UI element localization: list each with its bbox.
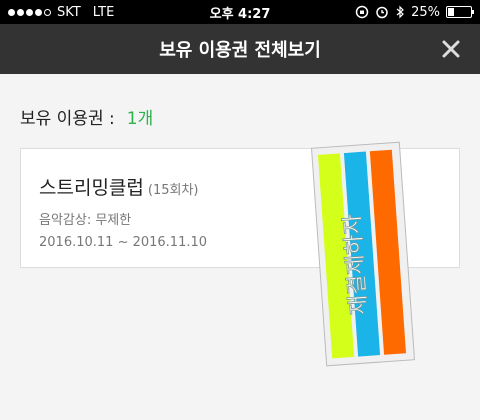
ticket-period: 2016.10.11 ~ 2016.11.10 — [39, 235, 208, 250]
battery-percent: 25% — [411, 4, 440, 20]
status-bar: SKT LTE 오후 4:27 25% — [0, 0, 480, 24]
status-right: 25% — [312, 4, 474, 20]
ticket-name: 스트리밍클럽 — [39, 177, 144, 199]
header: 보유 이용권 전체보기 — [0, 24, 480, 74]
owned-label: 보유 이용권 : — [20, 109, 115, 129]
alarm-icon — [376, 6, 388, 19]
battery-icon — [446, 6, 474, 18]
status-left: SKT LTE — [8, 5, 168, 20]
main-content: 보유 이용권 : 1개 스트리밍클럽 (15회차) 음악감상: 무제한 2016.1… — [0, 74, 480, 420]
owned-summary: 보유 이용권 : 1개 — [20, 104, 153, 129]
ticket-title: 스트리밍클럽 (15회차) — [39, 173, 199, 200]
orientation-lock-icon — [355, 5, 369, 19]
owned-count: 1개 — [126, 109, 154, 129]
battery-level — [448, 8, 454, 16]
signal-dots-icon — [8, 8, 51, 16]
network-label: LTE — [92, 4, 115, 20]
bluetooth-icon — [396, 5, 404, 19]
close-icon[interactable] — [436, 34, 466, 64]
page-title: 보유 이용권 전체보기 — [159, 40, 321, 61]
status-time: 오후 4:27 — [209, 6, 271, 22]
renewal-stamp: 재결제하자 — [310, 141, 416, 367]
ticket-description: 음악감상: 무제한 — [39, 213, 132, 228]
ticket-round: (15회차) — [147, 183, 199, 198]
carrier-label: SKT — [57, 4, 81, 20]
